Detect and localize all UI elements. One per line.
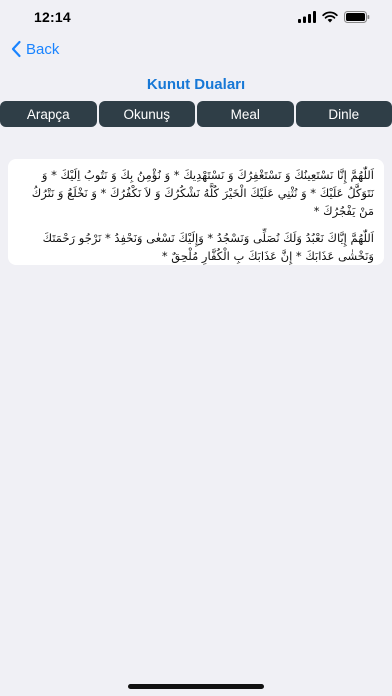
tab-meal[interactable]: Meal bbox=[197, 101, 294, 127]
nav-bar: Back bbox=[0, 36, 392, 72]
tab-bar: Arapça Okunuş Meal Dinle bbox=[0, 101, 392, 127]
status-bar: 12:14 bbox=[0, 0, 392, 36]
tab-okunus[interactable]: Okunuş bbox=[98, 101, 195, 127]
status-time: 12:14 bbox=[34, 9, 71, 25]
back-label: Back bbox=[26, 40, 60, 58]
chevron-left-icon bbox=[11, 40, 21, 58]
back-button[interactable]: Back bbox=[10, 40, 59, 58]
home-indicator bbox=[128, 684, 264, 689]
tab-dinle[interactable]: Dinle bbox=[295, 101, 392, 127]
prayer-text-card: اَللّٰهُمَّ إِنَّا نَسْتَعِينُكَ وَ نَسْ… bbox=[8, 159, 384, 265]
battery-icon bbox=[344, 11, 370, 23]
wifi-icon bbox=[322, 11, 338, 23]
tab-arapca[interactable]: Arapça bbox=[0, 101, 97, 127]
prayer-paragraph-1: اَللّٰهُمَّ إِنَّا نَسْتَعِينُكَ وَ نَسْ… bbox=[31, 168, 374, 218]
page-title: Kunut Duaları bbox=[146, 76, 246, 93]
status-icons bbox=[298, 11, 370, 23]
prayer-paragraph-2: اَللّٰهُمَّ إِيَّاكَ نَعْبُدُ وَلَكَ نُص… bbox=[42, 231, 374, 264]
signal-icon bbox=[298, 11, 316, 23]
